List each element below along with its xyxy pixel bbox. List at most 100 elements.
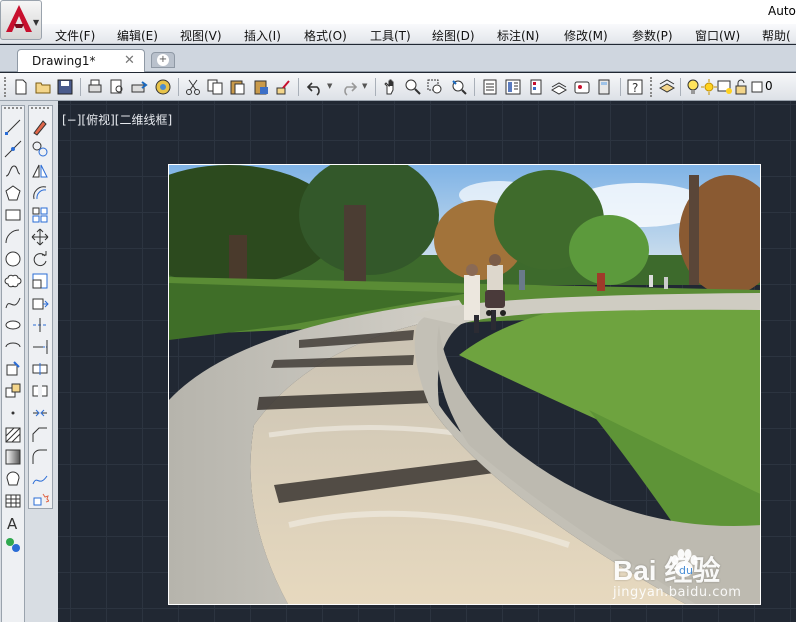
viewport-controls[interactable]: [−][俯视][二维线框] <box>62 111 172 128</box>
break-icon[interactable] <box>31 382 49 400</box>
make-block-icon[interactable] <box>4 382 22 400</box>
paste-icon[interactable] <box>228 78 246 96</box>
construction-line-icon[interactable] <box>4 140 22 158</box>
tool-palettes-icon[interactable] <box>527 78 545 96</box>
point-icon[interactable] <box>4 404 22 422</box>
current-layer-value[interactable]: 0 <box>765 79 773 93</box>
layer-properties-icon[interactable] <box>658 78 676 96</box>
chamfer-icon[interactable] <box>31 426 49 444</box>
menu-file[interactable]: 文件(F) <box>55 27 95 44</box>
toolbar-grip[interactable] <box>31 107 49 110</box>
ellipse-icon[interactable] <box>4 316 22 334</box>
move-icon[interactable] <box>31 228 49 246</box>
paw-icon: du <box>671 549 698 577</box>
toolbar-separator <box>298 78 299 96</box>
layer-color-icon[interactable] <box>748 78 766 96</box>
print-icon[interactable] <box>86 78 104 96</box>
line-icon[interactable] <box>4 118 22 136</box>
hatch-icon[interactable] <box>4 426 22 444</box>
rectangle-icon[interactable] <box>4 206 22 224</box>
redo-icon[interactable] <box>340 78 358 96</box>
watermark-site: jingyan.baidu.com <box>613 585 742 600</box>
insert-block-icon[interactable] <box>4 360 22 378</box>
markup-icon[interactable] <box>573 78 591 96</box>
menu-view[interactable]: 视图(V) <box>180 27 222 44</box>
design-center-icon[interactable] <box>504 78 522 96</box>
chevron-down-icon[interactable]: ▼ <box>327 82 332 90</box>
polyline-icon[interactable] <box>4 162 22 180</box>
copy-object-icon[interactable] <box>31 140 49 158</box>
zoom-window-icon[interactable] <box>426 78 444 96</box>
toolbar-separator <box>474 78 475 96</box>
toolbar-grip[interactable] <box>4 77 7 97</box>
scale-icon[interactable] <box>31 272 49 290</box>
table-icon[interactable] <box>4 492 22 510</box>
spline-icon[interactable] <box>4 294 22 312</box>
fillet-icon[interactable] <box>31 448 49 466</box>
zoom-previous-icon[interactable] <box>450 78 468 96</box>
extend-icon[interactable] <box>31 338 49 356</box>
menu-dimension[interactable]: 标注(N) <box>497 27 539 44</box>
toolbar-separator <box>80 78 81 96</box>
circle-icon[interactable] <box>4 250 22 268</box>
toolbar-grip[interactable] <box>650 77 653 97</box>
new-icon[interactable] <box>12 78 30 96</box>
print-preview-icon[interactable] <box>108 78 126 96</box>
save-icon[interactable] <box>56 78 74 96</box>
3d-print-icon[interactable] <box>154 78 172 96</box>
menu-parametric[interactable]: 参数(P) <box>632 27 673 44</box>
drawing-canvas[interactable]: [−][俯视][二维线框] Bai 经验 du jingyan.baidu.co… <box>58 101 796 622</box>
tab-drawing1[interactable]: Drawing1* ✕ <box>17 49 145 72</box>
application-menu-button[interactable]: ▼ <box>0 0 42 40</box>
blend-curves-icon[interactable] <box>31 470 49 488</box>
rotate-icon[interactable] <box>31 250 49 268</box>
new-tab-button[interactable]: + <box>151 52 175 68</box>
copy-icon[interactable] <box>206 78 224 96</box>
toolbar-separator <box>680 78 681 96</box>
polygon-icon[interactable] <box>4 184 22 202</box>
help-icon[interactable]: ? <box>626 78 644 96</box>
array-icon[interactable] <box>31 206 49 224</box>
menu-modify[interactable]: 修改(M) <box>564 27 608 44</box>
region-icon[interactable] <box>4 470 22 488</box>
break-at-point-icon[interactable] <box>31 360 49 378</box>
quickcalc-icon[interactable] <box>595 78 613 96</box>
menu-format[interactable]: 格式(O) <box>304 27 347 44</box>
svg-text:?: ? <box>632 81 638 95</box>
offset-icon[interactable] <box>31 184 49 202</box>
menu-bar: 文件(F) 编辑(E) 视图(V) 插入(I) 格式(O) 工具(T) 绘图(D… <box>0 24 796 44</box>
add-selected-icon[interactable] <box>4 536 22 554</box>
ellipse-arc-icon[interactable] <box>4 338 22 356</box>
gradient-icon[interactable] <box>4 448 22 466</box>
pan-icon[interactable] <box>382 78 400 96</box>
menu-tools[interactable]: 工具(T) <box>370 27 411 44</box>
trim-icon[interactable] <box>31 316 49 334</box>
paste-special-icon[interactable] <box>252 78 270 96</box>
zoom-realtime-icon[interactable] <box>404 78 422 96</box>
arc-icon[interactable] <box>4 228 22 246</box>
open-icon[interactable] <box>34 78 52 96</box>
publish-icon[interactable] <box>130 78 148 96</box>
autocad-logo-icon <box>6 5 32 32</box>
toolbar-grip[interactable] <box>4 107 22 110</box>
menu-insert[interactable]: 插入(I) <box>244 27 281 44</box>
explode-icon[interactable] <box>31 492 49 510</box>
chevron-down-icon[interactable]: ▼ <box>362 82 367 90</box>
cut-icon[interactable] <box>184 78 202 96</box>
stretch-icon[interactable] <box>31 294 49 312</box>
join-icon[interactable] <box>31 404 49 422</box>
menu-help[interactable]: 帮助( <box>762 27 791 44</box>
mirror-icon[interactable] <box>31 162 49 180</box>
undo-icon[interactable] <box>306 78 324 96</box>
match-properties-icon[interactable] <box>274 78 292 96</box>
menu-edit[interactable]: 编辑(E) <box>117 27 158 44</box>
properties-icon[interactable] <box>481 78 499 96</box>
close-icon[interactable]: ✕ <box>124 53 135 68</box>
menu-window[interactable]: 窗口(W) <box>695 27 740 44</box>
revision-cloud-icon[interactable] <box>4 272 22 290</box>
sheet-set-icon[interactable] <box>550 78 568 96</box>
erase-icon[interactable] <box>31 118 49 136</box>
menu-draw[interactable]: 绘图(D) <box>432 27 475 44</box>
fountain-photo-image[interactable]: Bai 经验 du jingyan.baidu.com <box>168 164 761 605</box>
multiline-text-icon[interactable]: A <box>4 514 22 532</box>
